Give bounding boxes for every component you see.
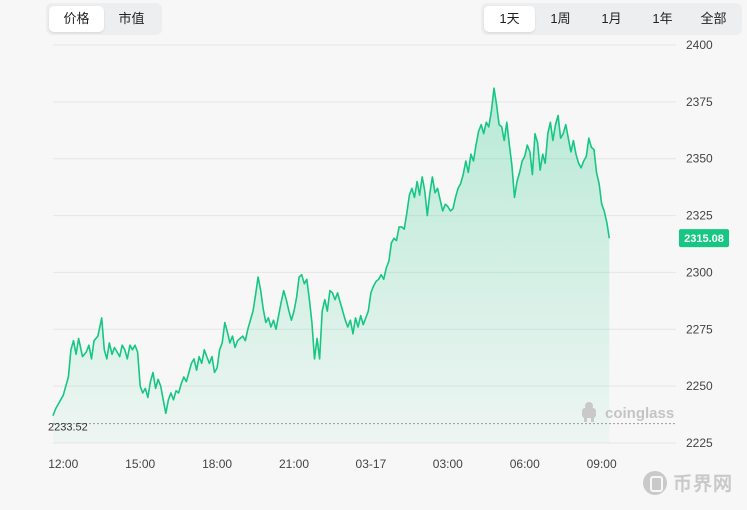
y-tick-label: 2300 [686, 265, 713, 279]
x-tick-label: 15:00 [125, 457, 155, 471]
y-tick-label: 2225 [686, 436, 713, 450]
site-logo-icon [642, 470, 667, 495]
baseline-label: 2233.52 [48, 422, 88, 434]
y-tick-label: 2275 [686, 322, 713, 336]
y-tick-label: 2375 [686, 95, 713, 109]
x-tick-label: 06:00 [510, 457, 540, 471]
x-tick-label: 21:00 [279, 457, 309, 471]
x-tick-label: 12:00 [48, 457, 78, 471]
y-tick-label: 2400 [686, 38, 713, 52]
x-tick-label: 18:00 [202, 457, 232, 471]
site-watermark-text: 币界网 [672, 474, 733, 495]
current-price-label: 2315.08 [684, 233, 724, 245]
x-tick-label: 03-17 [356, 457, 387, 471]
site-watermark: 币界网 [642, 469, 733, 496]
x-tick-label: 09:00 [587, 457, 617, 471]
y-tick-label: 2250 [686, 379, 713, 393]
y-tick-label: 2325 [686, 209, 713, 223]
price-chart[interactable]: 2225 2250 2275 2300 2325 2350 2375 2400 12:00 15:… [0, 0, 747, 510]
chart-watermark-text: coinglass [605, 405, 674, 422]
series-area [53, 88, 610, 443]
x-tick-label: 03:00 [433, 457, 463, 471]
y-tick-label: 2350 [686, 152, 713, 166]
